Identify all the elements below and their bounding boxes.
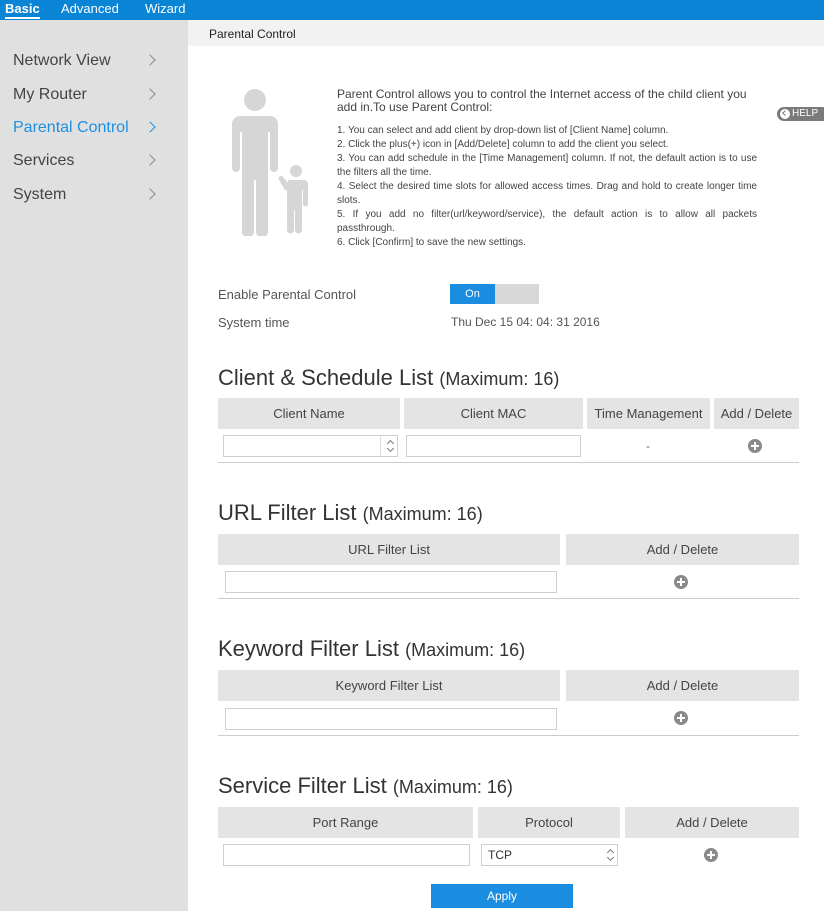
page-title: Parental Control	[209, 27, 296, 41]
select-arrows-icon	[607, 849, 613, 861]
add-url-plus-icon[interactable]	[674, 575, 688, 589]
enable-parental-control-label: Enable Parental Control	[218, 287, 357, 302]
system-time-label: System time	[218, 315, 290, 330]
column-header-client-mac: Client MAC	[404, 398, 583, 429]
column-header-add-delete: Add / Delete	[625, 807, 799, 838]
help-button[interactable]: HELP	[777, 107, 824, 121]
enable-parental-control-toggle[interactable]: On	[450, 284, 539, 304]
keyword-filter-input[interactable]	[225, 708, 557, 730]
parent-child-icon	[232, 89, 308, 236]
apply-button[interactable]: Apply	[431, 884, 573, 908]
help-label: HELP	[792, 108, 819, 119]
port-range-input[interactable]	[223, 844, 470, 866]
column-header-add-delete: Add / Delete	[566, 534, 799, 565]
select-arrows-icon	[387, 440, 393, 452]
intro-step: 2. Click the plus(+) icon in [Add/Delete…	[337, 139, 669, 150]
toggle-on-label: On	[450, 284, 495, 304]
sidebar-item-network-view[interactable]: Network View	[0, 47, 188, 77]
client-name-select[interactable]	[223, 435, 398, 457]
table-divider	[218, 598, 799, 599]
chevron-right-icon	[144, 188, 156, 200]
tab-basic[interactable]: Basic	[5, 1, 40, 19]
column-header-port-range: Port Range	[218, 807, 473, 838]
intro-step: 5. If you add no filter(url/keyword/serv…	[337, 209, 757, 234]
intro-description: Parent Control allows you to control the…	[337, 87, 747, 114]
service-filter-list-title: Service Filter List (Maximum: 16)	[218, 773, 513, 799]
sidebar-item-system[interactable]: System	[0, 181, 188, 211]
sidebar-item-parental-control[interactable]: Parental Control	[0, 114, 188, 144]
column-header-protocol: Protocol	[478, 807, 620, 838]
sidebar-item-label: Network View	[13, 52, 111, 69]
column-header-time-management: Time Management	[587, 398, 710, 429]
column-header-add-delete: Add / Delete	[714, 398, 799, 429]
section-title-text: Service Filter List	[218, 773, 387, 798]
system-time-value: Thu Dec 15 04: 04: 31 2016	[451, 315, 600, 329]
sidebar-item-label: My Router	[13, 86, 87, 103]
chevron-right-icon	[144, 121, 156, 133]
chevron-left-icon	[780, 109, 790, 119]
add-keyword-plus-icon[interactable]	[674, 711, 688, 725]
chevron-right-icon	[144, 54, 156, 66]
client-mac-input[interactable]	[406, 435, 581, 457]
add-service-plus-icon[interactable]	[704, 848, 718, 862]
sidebar-item-my-router[interactable]: My Router	[0, 81, 188, 111]
column-header-url-filter: URL Filter List	[218, 534, 560, 565]
top-nav-bar: Basic Advanced Wizard	[0, 0, 824, 20]
protocol-select-value: TCP	[488, 848, 512, 862]
sidebar: Network View My Router Parental Control …	[0, 20, 188, 911]
sidebar-item-label: System	[13, 186, 67, 203]
intro-step: 1. You can select and add client by drop…	[337, 125, 669, 136]
protocol-select[interactable]: TCP	[481, 844, 618, 866]
url-filter-list-title: URL Filter List (Maximum: 16)	[218, 500, 483, 526]
chevron-right-icon	[144, 88, 156, 100]
section-max-text: (Maximum: 16)	[392, 777, 513, 797]
tab-wizard[interactable]: Wizard	[145, 1, 185, 17]
select-divider	[380, 436, 381, 456]
table-divider	[218, 735, 799, 736]
section-title-text: URL Filter List	[218, 500, 357, 525]
section-title-text: Client & Schedule List	[218, 365, 434, 390]
intro-steps: 1. You can select and add client by drop…	[337, 124, 757, 250]
sidebar-item-label: Services	[13, 152, 75, 169]
add-client-plus-icon[interactable]	[748, 439, 762, 453]
sidebar-item-label: Parental Control	[13, 119, 129, 136]
section-max-text: (Maximum: 16)	[405, 640, 526, 660]
url-filter-input[interactable]	[225, 571, 557, 593]
intro-step: 6. Click [Confirm] to save the new setti…	[337, 237, 526, 248]
column-header-add-delete: Add / Delete	[566, 670, 799, 701]
tab-advanced[interactable]: Advanced	[61, 1, 119, 17]
column-header-client-name: Client Name	[218, 398, 400, 429]
section-max-text: (Maximum: 16)	[439, 369, 560, 389]
client-schedule-list-title: Client & Schedule List (Maximum: 16)	[218, 365, 559, 391]
sidebar-item-services[interactable]: Services	[0, 147, 188, 177]
section-max-text: (Maximum: 16)	[362, 504, 483, 524]
section-title-text: Keyword Filter List	[218, 636, 399, 661]
table-divider	[218, 462, 799, 463]
keyword-filter-list-title: Keyword Filter List (Maximum: 16)	[218, 636, 525, 662]
chevron-right-icon	[144, 154, 156, 166]
breadcrumb: Parental Control	[188, 20, 824, 46]
column-header-keyword-filter: Keyword Filter List	[218, 670, 560, 701]
intro-step: 3. You can add schedule in the [Time Man…	[337, 153, 757, 178]
intro-text: Parent Control allows you to control the…	[337, 88, 757, 250]
intro-step: 4. Select the desired time slots for all…	[337, 181, 757, 206]
time-management-value: -	[646, 439, 650, 453]
